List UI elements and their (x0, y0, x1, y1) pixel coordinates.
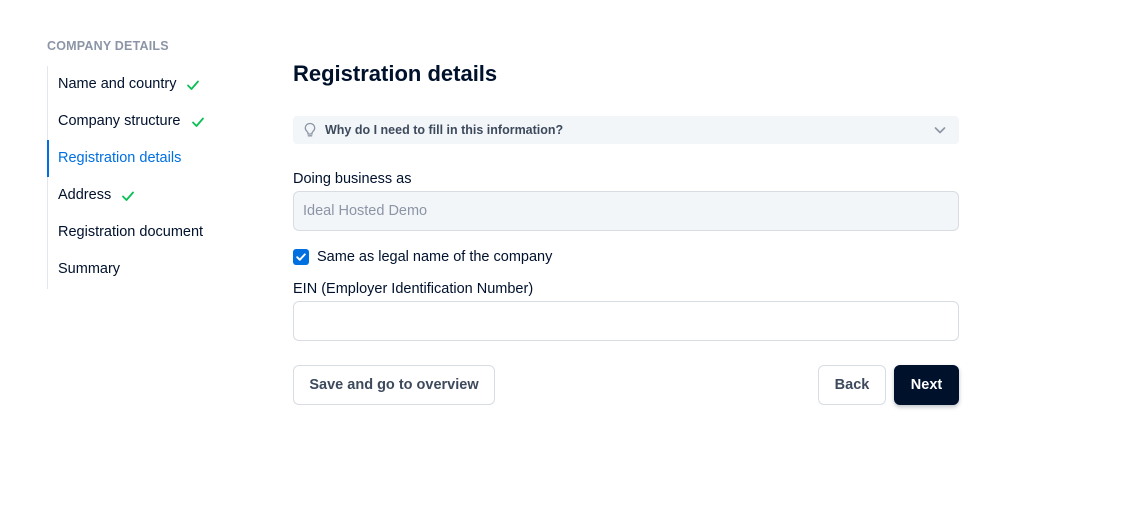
sidebar-item-address[interactable]: Address (48, 177, 247, 214)
page-title: Registration details (293, 61, 498, 86)
step-list: Name and country Company structure Regis… (47, 66, 247, 289)
sidebar-item-registration-document[interactable]: Registration document (48, 214, 247, 251)
sidebar-item-name-and-country[interactable]: Name and country (48, 66, 247, 103)
sidebar-item-label: Summary (58, 261, 121, 277)
ein-input[interactable] (293, 301, 959, 341)
lightbulb-icon (303, 122, 317, 138)
sidebar-item-company-structure[interactable]: Company structure (48, 103, 247, 140)
sidebar-heading: COMPANY DETAILS (47, 39, 169, 53)
same-as-legal-name-checkbox[interactable] (293, 249, 309, 265)
main-content: Registration details Why do I need to fi… (293, 58, 959, 405)
checkmark-icon (121, 189, 135, 203)
sidebar-item-label: Registration document (58, 224, 204, 240)
same-as-legal-name-label: Same as legal name of the company (317, 249, 553, 265)
chevron-down-icon[interactable] (933, 123, 947, 137)
form-actions: Save and go to overview Back Next (293, 365, 959, 405)
checkmark-icon (186, 78, 200, 92)
same-as-legal-name-row[interactable]: Same as legal name of the company (293, 247, 959, 267)
checkmark-icon (191, 115, 205, 129)
doing-business-as-label: Doing business as (293, 171, 412, 187)
ein-label: EIN (Employer Identification Number) (293, 281, 534, 297)
sidebar-nav: COMPANY DETAILS Name and country Company… (47, 38, 247, 289)
doing-business-as-value: Ideal Hosted Demo (303, 203, 428, 219)
sidebar-item-registration-details[interactable]: Registration details (47, 140, 247, 177)
save-and-overview-button[interactable]: Save and go to overview (293, 365, 495, 405)
sidebar-item-label: Company structure (58, 113, 181, 129)
info-accordion[interactable]: Why do I need to fill in this informatio… (293, 116, 959, 144)
doing-business-as-input: Ideal Hosted Demo (293, 191, 959, 231)
sidebar-item-label: Address (58, 187, 112, 203)
next-button[interactable]: Next (894, 365, 959, 405)
onboarding-page: COMPANY DETAILS Name and country Company… (0, 0, 1146, 514)
sidebar-item-summary[interactable]: Summary (48, 251, 247, 288)
sidebar-item-label: Name and country (58, 76, 177, 92)
sidebar-item-label: Registration details (58, 150, 182, 166)
back-button[interactable]: Back (818, 365, 886, 405)
info-accordion-label: Why do I need to fill in this informatio… (325, 123, 564, 137)
